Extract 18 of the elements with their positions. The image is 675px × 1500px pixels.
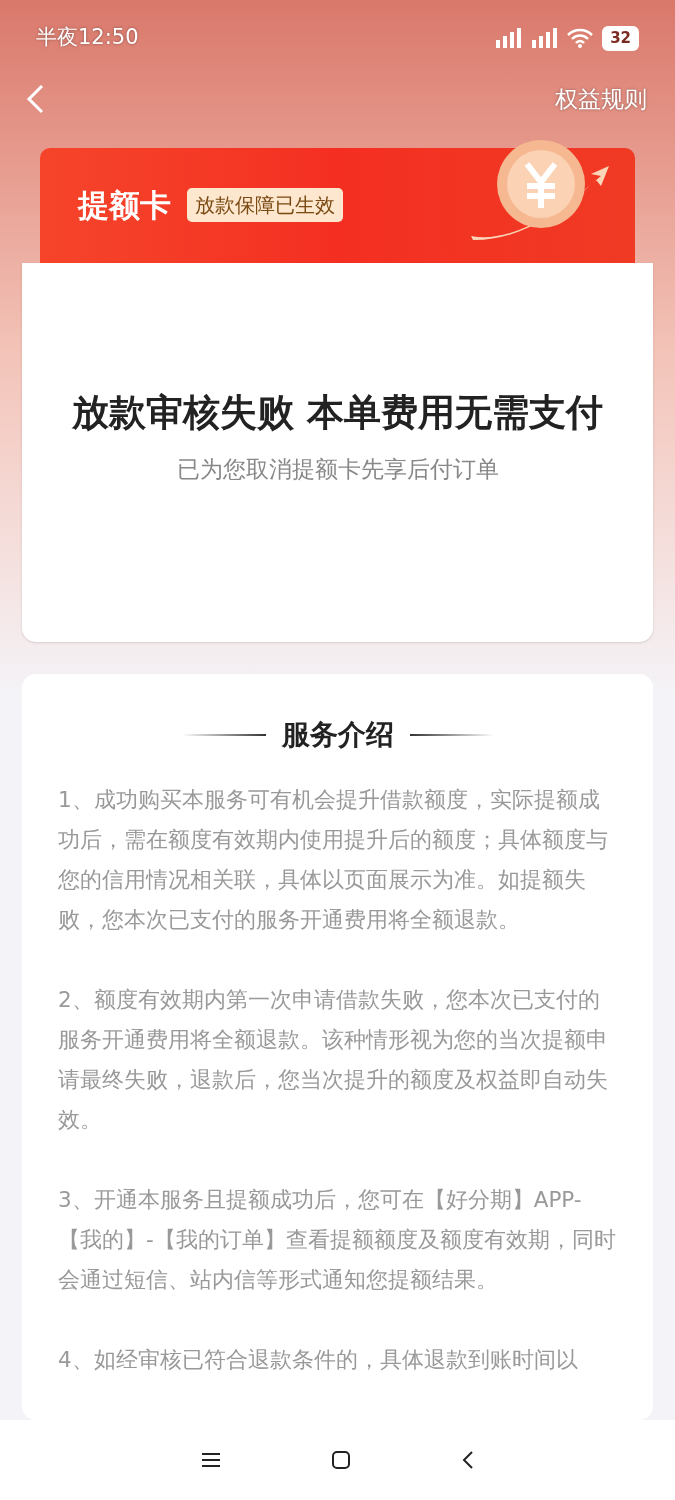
rules-link[interactable]: 权益规则 [555, 81, 647, 117]
menu-icon[interactable] [200, 1452, 221, 1468]
result-subtitle: 已为您取消提额卡先享后付订单 [176, 455, 499, 485]
signal-icon [494, 28, 523, 49]
status-badge: 放款保障已生效 [187, 188, 343, 223]
service-paragraph: 3、开通本服务且提额成功后，您可在【好分期】APP-【我的】-【我的订单】查看提额额度及额度有效期，同时会通过短信、站内信等形式通知您提额结果。 [58, 1186, 617, 1294]
wifi-icon [566, 28, 595, 49]
section-title: 服务介绍 [281, 717, 394, 753]
battery-indicator: 32 [602, 25, 639, 51]
back-icon[interactable] [460, 1450, 475, 1470]
banner-title: 提额卡 [78, 186, 171, 226]
service-paragraph: 4、如经审核已符合退款条件的，具体退款到账时间以 [58, 1346, 579, 1374]
service-paragraph: 2、额度有效期内第一次申请借款失败，您本次已支付的服务开通费用将全额退款。该种情形视为您的当次提额申请最终失败，退款后，您当次提升的额度及权益即自动失效。 [58, 986, 609, 1134]
home-icon[interactable] [330, 1450, 351, 1470]
signal-icon [530, 28, 559, 49]
status-time: 半夜12:50 [36, 24, 139, 52]
result-title: 放款审核失败 本单费用无需支付 [72, 389, 603, 436]
service-paragraph: 1、成功购买本服务可有机会提升借款额度，实际提额成功后，需在额度有效期内使用提升后的额度；具体额度与您的信用情况相关联，具体以页面展示为准。如提额失败，您本次已支付的服务开通费用将全额退款。 [58, 786, 609, 934]
